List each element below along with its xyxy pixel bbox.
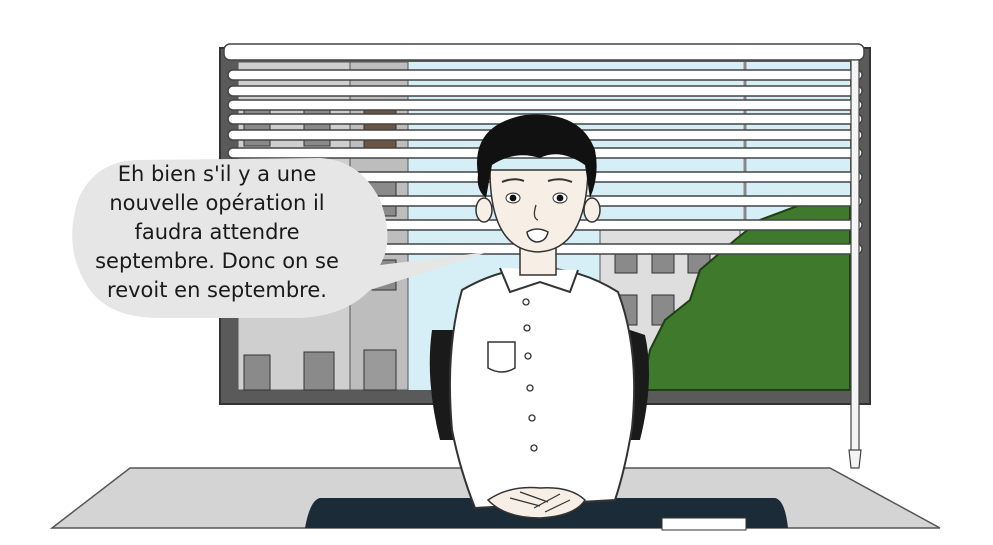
- comic-panel: Eh bien s'il y a une nouvelle opération …: [0, 0, 993, 545]
- speech-line-5: revoit en septembre.: [107, 278, 327, 302]
- speech-line-1: Eh bien s'il y a une: [117, 162, 317, 186]
- speech-line-4: septembre. Donc on se: [95, 249, 339, 273]
- shirt: [449, 266, 636, 510]
- speech-line-3: faudra attendre: [134, 220, 300, 244]
- speech-line-2: nouvelle opération il: [109, 191, 325, 215]
- paper-sheet: [661, 517, 747, 531]
- blind-cord: [848, 59, 862, 469]
- speech-bubble-text: Eh bien s'il y a une nouvelle opération …: [72, 160, 362, 305]
